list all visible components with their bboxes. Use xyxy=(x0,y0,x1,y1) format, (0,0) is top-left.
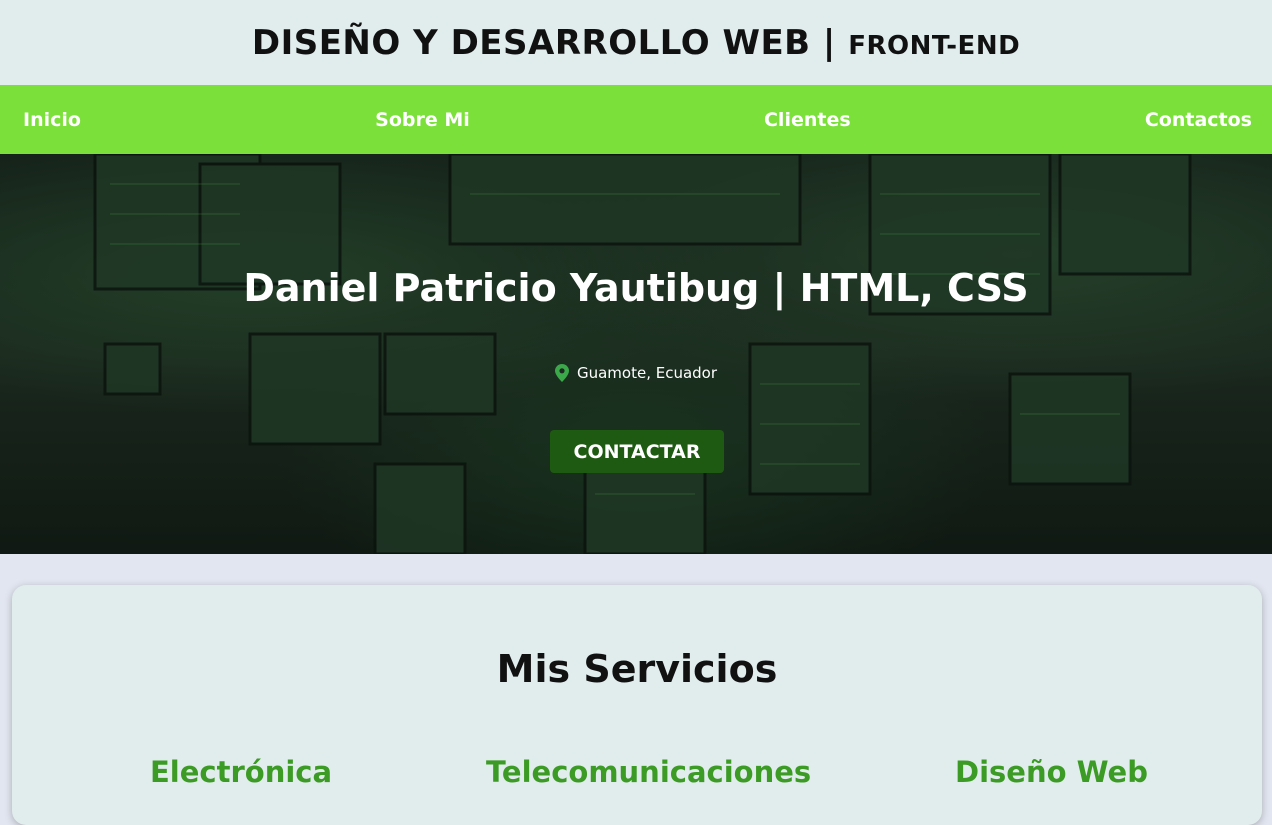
hero-location: Guamote, Ecuador xyxy=(0,364,1272,382)
service-telecomunicaciones: Telecomunicaciones xyxy=(486,755,812,789)
services-title: Mis Servicios xyxy=(496,647,778,691)
hero-section: Daniel Patricio Yautibug | HTML, CSS Gua… xyxy=(0,154,1272,554)
nav-item-inicio[interactable]: Inicio xyxy=(23,109,81,131)
site-title-sub: FRONT-END xyxy=(848,30,1021,61)
map-pin-icon xyxy=(554,364,569,382)
main-nav: Inicio Sobre Mi Clientes Contactos xyxy=(0,85,1272,154)
hero-heading: Daniel Patricio Yautibug | HTML, CSS xyxy=(243,266,1029,310)
nav-item-sobre-mi[interactable]: Sobre Mi xyxy=(375,109,470,131)
hero-content: Daniel Patricio Yautibug | HTML, CSS Gua… xyxy=(0,154,1272,554)
services-section: Mis Servicios Electrónica Telecomunicaci… xyxy=(12,585,1262,825)
site-header: DISEÑO Y DESARROLLO WEB | FRONT-END xyxy=(0,0,1272,85)
hero-location-text: Guamote, Ecuador xyxy=(576,364,718,382)
site-title: DISEÑO Y DESARROLLO WEB | FRONT-END xyxy=(252,23,1020,63)
site-title-main: DISEÑO Y DESARROLLO WEB | xyxy=(251,22,836,63)
nav-item-clientes[interactable]: Clientes xyxy=(764,109,851,131)
service-electronica: Electrónica xyxy=(150,755,333,789)
nav-item-contactos[interactable]: Contactos xyxy=(1145,109,1252,131)
service-diseno-web: Diseño Web xyxy=(955,755,1148,789)
contactar-button[interactable]: CONTACTAR xyxy=(550,430,724,473)
